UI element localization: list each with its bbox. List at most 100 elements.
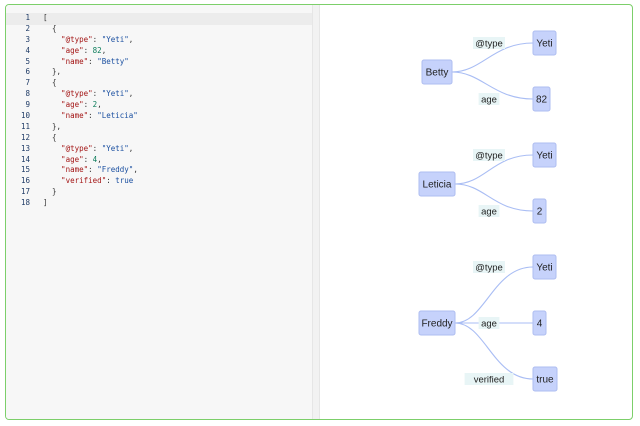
graph-canvas[interactable]: @type Yeti age 82 Betty @type Yeti age 2 Leticia @… (320, 5, 633, 419)
edge-label-text: verified (474, 375, 505, 386)
code-token: } (43, 187, 57, 197)
node-label: Leticia (423, 180, 452, 191)
graph-edge (454, 266, 534, 324)
edge-label-text: age (481, 207, 497, 218)
code-token: : (92, 143, 102, 153)
graph-node-subject[interactable]: Leticia (418, 171, 456, 197)
code-line[interactable]: }, (43, 122, 138, 133)
code-line[interactable]: [ (43, 13, 138, 24)
code-line[interactable]: ] (43, 198, 138, 209)
code-token: : (83, 45, 93, 55)
code-line[interactable]: "name": "Freddy", (43, 165, 138, 176)
graph-node-value[interactable]: true (532, 366, 558, 392)
code-token: "age" (43, 154, 84, 164)
code-line[interactable]: "@type": "Yeti", (43, 89, 138, 100)
code-line[interactable]: "@type": "Yeti", (43, 35, 138, 46)
edge-path (454, 266, 534, 324)
edge-label[interactable]: age (478, 317, 500, 330)
code-token: , (128, 34, 134, 44)
code-token: : (106, 176, 116, 186)
line-number: 11 (20, 121, 30, 131)
edge-label[interactable]: age (478, 205, 500, 218)
code-token: { (43, 132, 57, 142)
line-number: 16 (20, 176, 30, 186)
code-token: "Yeti" (101, 34, 129, 44)
code-line[interactable]: "age": 2, (43, 100, 138, 111)
graph-node-subject[interactable]: Freddy (418, 310, 456, 336)
edge-label-text: age (481, 95, 497, 106)
line-number: 3 (25, 34, 30, 44)
line-number-gutter: 1 2 3 4 5 6 7 8 9 10 11 12 13 14 15 16 17 18 (6, 13, 36, 209)
code-line[interactable]: { (43, 24, 138, 35)
code-token: : (88, 165, 98, 175)
edge-label-text: @type (475, 263, 503, 274)
graph-view[interactable]: @type Yeti age 82 Betty @type Yeti age 2 Leticia @… (320, 5, 632, 419)
line-number: 10 (20, 111, 30, 121)
edge-label-text: @type (475, 39, 503, 50)
edge-label[interactable]: @type (473, 261, 505, 274)
line-number: 2 (25, 23, 30, 33)
line-number: 5 (25, 56, 30, 66)
code-token: , (97, 100, 102, 110)
graph-node-value[interactable]: Yeti (532, 254, 557, 280)
graph-node-value[interactable]: 4 (532, 310, 547, 336)
code-token: , (97, 154, 102, 164)
line-number: 7 (25, 78, 30, 88)
code-token: [ (43, 13, 48, 22)
edge-label[interactable]: @type (473, 37, 505, 50)
code-token: { (43, 78, 57, 88)
node-label: Yeti (536, 263, 552, 274)
code-token: true (115, 176, 134, 186)
code-line[interactable]: { (43, 78, 138, 89)
line-number: 13 (20, 143, 30, 153)
edge-path (454, 322, 534, 380)
graph-node-value[interactable]: Yeti (532, 30, 557, 56)
graph-node-subject[interactable]: Betty (421, 59, 453, 85)
code-token: "name" (43, 165, 89, 175)
node-label: 2 (537, 207, 543, 218)
graph-node-value[interactable]: Yeti (532, 142, 557, 168)
code-token: , (128, 143, 134, 153)
code-line[interactable]: } (43, 187, 138, 198)
code-token: : (92, 89, 102, 99)
code-token: "name" (43, 111, 89, 121)
code-token: "Yeti" (101, 143, 129, 153)
code-line[interactable]: "age": 4, (43, 155, 138, 166)
code-line[interactable]: "@type": "Yeti", (43, 144, 138, 155)
editor-scrollbar[interactable] (312, 5, 320, 419)
code-token: "age" (43, 45, 84, 55)
code-token: }, (43, 67, 62, 77)
code-token: "age" (43, 100, 84, 110)
node-label: Betty (426, 68, 449, 79)
code-area[interactable]: [ { "@type": "Yeti", "age": 82, "name": … (43, 13, 138, 209)
code-line[interactable]: "verified": true (43, 176, 138, 187)
line-number: 15 (20, 165, 30, 175)
code-line[interactable]: "age": 82, (43, 46, 138, 57)
line-number: 14 (20, 154, 30, 164)
edge-label[interactable]: age (478, 93, 500, 106)
code-token: , (133, 165, 138, 175)
graph-node-value[interactable]: 2 (532, 198, 547, 224)
code-token: : (92, 34, 102, 44)
code-token: ] (43, 198, 48, 208)
line-number: 4 (25, 45, 30, 55)
line-number: 9 (25, 100, 30, 110)
code-line[interactable]: "name": "Leticia" (43, 111, 138, 122)
node-label: Yeti (536, 39, 552, 50)
edge-label-text: @type (475, 151, 503, 162)
code-line[interactable]: }, (43, 67, 138, 78)
code-token: : (83, 154, 93, 164)
code-token: : (88, 56, 98, 66)
edge-label-text: age (481, 319, 497, 330)
code-line[interactable]: "name": "Betty" (43, 57, 138, 68)
code-line[interactable]: { (43, 133, 138, 144)
code-token: "@type" (43, 89, 93, 99)
edge-label[interactable]: verified (464, 373, 514, 386)
graph-edge (454, 322, 534, 380)
code-token: "@type" (43, 34, 93, 44)
edge-label[interactable]: @type (473, 149, 505, 162)
json-editor[interactable]: 1 2 3 4 5 6 7 8 9 10 11 12 13 14 15 16 17 18 [ { "@type":… (6, 5, 320, 419)
line-number: 8 (25, 89, 30, 99)
graph-node-value[interactable]: 82 (532, 86, 551, 112)
line-number: 6 (25, 67, 30, 77)
